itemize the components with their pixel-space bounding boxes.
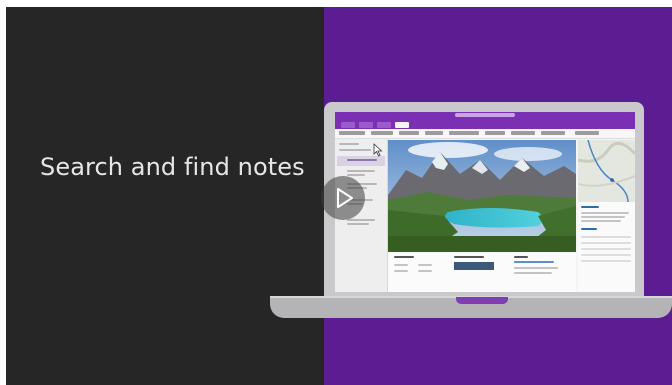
route-map [578, 140, 635, 202]
ribbon-tab [377, 122, 391, 128]
play-button[interactable] [321, 176, 365, 220]
notes-bottom-section [388, 252, 576, 292]
ribbon-tab-active [395, 122, 409, 128]
ribbon-button [449, 131, 479, 135]
app-titlebar [335, 112, 635, 121]
mouse-pointer-icon [373, 143, 383, 162]
dark-panel [6, 7, 324, 385]
laptop-screen [335, 112, 635, 292]
ribbon-tab [359, 122, 373, 128]
ribbon-button [575, 131, 599, 135]
ribbon-button [371, 131, 393, 135]
ribbon-button [399, 131, 419, 135]
ribbon-tab [341, 122, 355, 128]
mountain-lake-photo [388, 140, 576, 252]
directions-notes [578, 202, 635, 292]
ribbon-button [511, 131, 535, 135]
laptop-notch [456, 297, 508, 304]
ribbon-button [485, 131, 505, 135]
ribbon-button [541, 131, 565, 135]
play-icon [337, 188, 353, 208]
video-headline: Search and find notes [40, 153, 305, 181]
ribbon-button [425, 131, 443, 135]
ribbon-button [339, 131, 365, 135]
